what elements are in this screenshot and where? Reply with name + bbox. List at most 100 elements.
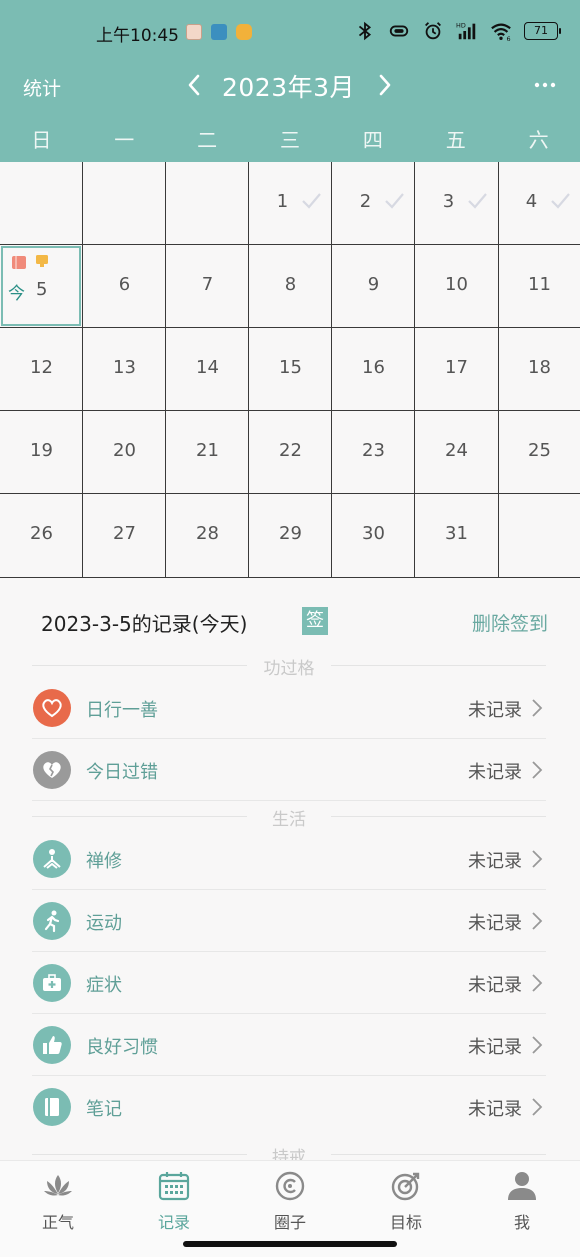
calendar-day-cell[interactable]: 29 (249, 494, 332, 577)
chevron-left-icon (188, 74, 200, 96)
calendar-day-cell[interactable]: 8 (249, 245, 332, 328)
book-icon (12, 256, 26, 269)
day-number: 16 (362, 357, 385, 378)
weekday-label: 二 (197, 128, 218, 152)
calendar-day-cell[interactable]: 17 (415, 328, 498, 411)
calendar-day-cell[interactable]: 6 (83, 245, 166, 328)
alarm-icon (425, 22, 441, 40)
calendar-empty-cell (0, 162, 83, 245)
row-label: 日行一善 (86, 700, 158, 721)
svg-text:6: 6 (507, 35, 511, 42)
checkmark-icon (302, 193, 321, 209)
sign-badge: 签 (302, 607, 328, 635)
calendar-day-cell[interactable]: 19 (0, 411, 83, 494)
day-number: 24 (445, 440, 468, 461)
calendar-day-cell[interactable]: 4 (498, 162, 580, 245)
day-number: 7 (201, 274, 214, 295)
tab-label: 目标 (389, 1213, 422, 1232)
tab-me[interactable]: 我 (464, 1161, 580, 1257)
weekday-header: 日 一 二 三 四 五 六 (0, 118, 580, 162)
home-indicator (183, 1241, 397, 1247)
calendar-empty-cell (498, 494, 580, 577)
row-status: 未记录 (468, 1037, 522, 1058)
day-number: 8 (284, 274, 297, 295)
more-dots-icon (534, 82, 556, 88)
calendar-day-cell[interactable]: 2 (332, 162, 415, 245)
day-number: 17 (445, 357, 468, 378)
checkmark-icon (385, 193, 404, 209)
broken-heart-icon (33, 751, 71, 789)
record-row-meditation[interactable]: 禅修 未记录 (32, 828, 546, 890)
calendar-day-cell[interactable]: 3 (415, 162, 498, 245)
tab-zhengqi[interactable]: 正气 (0, 1161, 116, 1257)
day-number: 20 (113, 440, 136, 461)
record-row-good-deed[interactable]: 日行一善 未记录 (32, 677, 546, 739)
calendar-icon (158, 1172, 190, 1201)
record-row-exercise[interactable]: 运动 未记录 (32, 890, 546, 952)
wifi-icon: 6 (491, 23, 511, 42)
weekday-label: 四 (362, 128, 383, 152)
battery-indicator: 71 (524, 22, 561, 40)
tab-label: 圈子 (273, 1213, 306, 1232)
row-label: 禅修 (86, 851, 122, 872)
calendar-day-cell[interactable]: 18 (498, 328, 580, 411)
record-row-mistake[interactable]: 今日过错 未记录 (32, 739, 546, 801)
calendar-day-cell[interactable]: 28 (166, 494, 249, 577)
day-number: 30 (362, 523, 385, 544)
delete-sign-button[interactable]: 删除签到 (472, 609, 548, 636)
next-month-button[interactable] (372, 70, 398, 100)
day-number: 11 (528, 274, 551, 295)
calendar-day-cell[interactable]: 11 (498, 245, 580, 328)
record-title: 2023-3-5的记录(今天) (41, 612, 248, 636)
checkmark-icon (468, 193, 487, 209)
day-number: 21 (196, 440, 219, 461)
running-icon (33, 902, 71, 940)
day-number: 5 (36, 279, 48, 300)
record-row-note[interactable]: 笔记 未记录 (32, 1076, 546, 1138)
checkmark-icon (551, 193, 570, 209)
day-number: 23 (362, 440, 385, 461)
user-icon (508, 1172, 536, 1200)
calendar-day-cell[interactable]: 13 (83, 328, 166, 411)
target-icon (391, 1172, 420, 1201)
calendar-day-cell[interactable]: 26 (0, 494, 83, 577)
calendar-day-cell[interactable]: 16 (332, 328, 415, 411)
record-row-symptom[interactable]: 症状 未记录 (32, 952, 546, 1014)
calendar-day-cell[interactable]: 21 (166, 411, 249, 494)
calendar-empty-cell (83, 162, 166, 245)
status-icons: HD 6 71 (354, 20, 561, 42)
month-title: 2023年3月 (222, 73, 356, 102)
status-time: 上午10:45 (96, 26, 179, 46)
nav-bar: 统计 2023年3月 (0, 64, 580, 110)
chevron-right-icon (532, 1036, 543, 1054)
calendar-day-cell[interactable]: 12 (0, 328, 83, 411)
weekday-label: 一 (114, 128, 135, 152)
calendar-day-cell[interactable]: 25 (498, 411, 580, 494)
calendar-empty-cell (166, 162, 249, 245)
calendar-day-cell[interactable]: 22 (249, 411, 332, 494)
statistics-button[interactable]: 统计 (23, 74, 61, 101)
calendar-day-cell[interactable]: 9 (332, 245, 415, 328)
calendar-day-cell[interactable]: 14 (166, 328, 249, 411)
day-number: 29 (279, 523, 302, 544)
calendar-day-cell[interactable]: 7 (166, 245, 249, 328)
calendar-day-cell[interactable]: 10 (415, 245, 498, 328)
status-bar: 上午10:45 HD 6 71 (0, 0, 580, 64)
prev-month-button[interactable] (181, 70, 207, 100)
calendar-day-cell[interactable]: 27 (83, 494, 166, 577)
day-number: 9 (367, 274, 380, 295)
calendar-today-cell[interactable]: 今 5 (1, 246, 81, 326)
tab-label: 正气 (41, 1213, 74, 1232)
more-button[interactable] (530, 72, 560, 98)
calendar-day-cell[interactable]: 24 (415, 411, 498, 494)
calendar-day-cell[interactable]: 20 (83, 411, 166, 494)
calendar-day-cell[interactable]: 23 (332, 411, 415, 494)
record-row-habit[interactable]: 良好习惯 未记录 (32, 1014, 546, 1076)
calendar-day-cell[interactable]: 30 (332, 494, 415, 577)
calendar-day-cell[interactable]: 1 (249, 162, 332, 245)
row-label: 运动 (86, 913, 122, 934)
calendar-day-cell[interactable]: 15 (249, 328, 332, 411)
status-app-icons (186, 24, 252, 40)
day-number: 25 (528, 440, 551, 461)
calendar-day-cell[interactable]: 31 (415, 494, 498, 577)
